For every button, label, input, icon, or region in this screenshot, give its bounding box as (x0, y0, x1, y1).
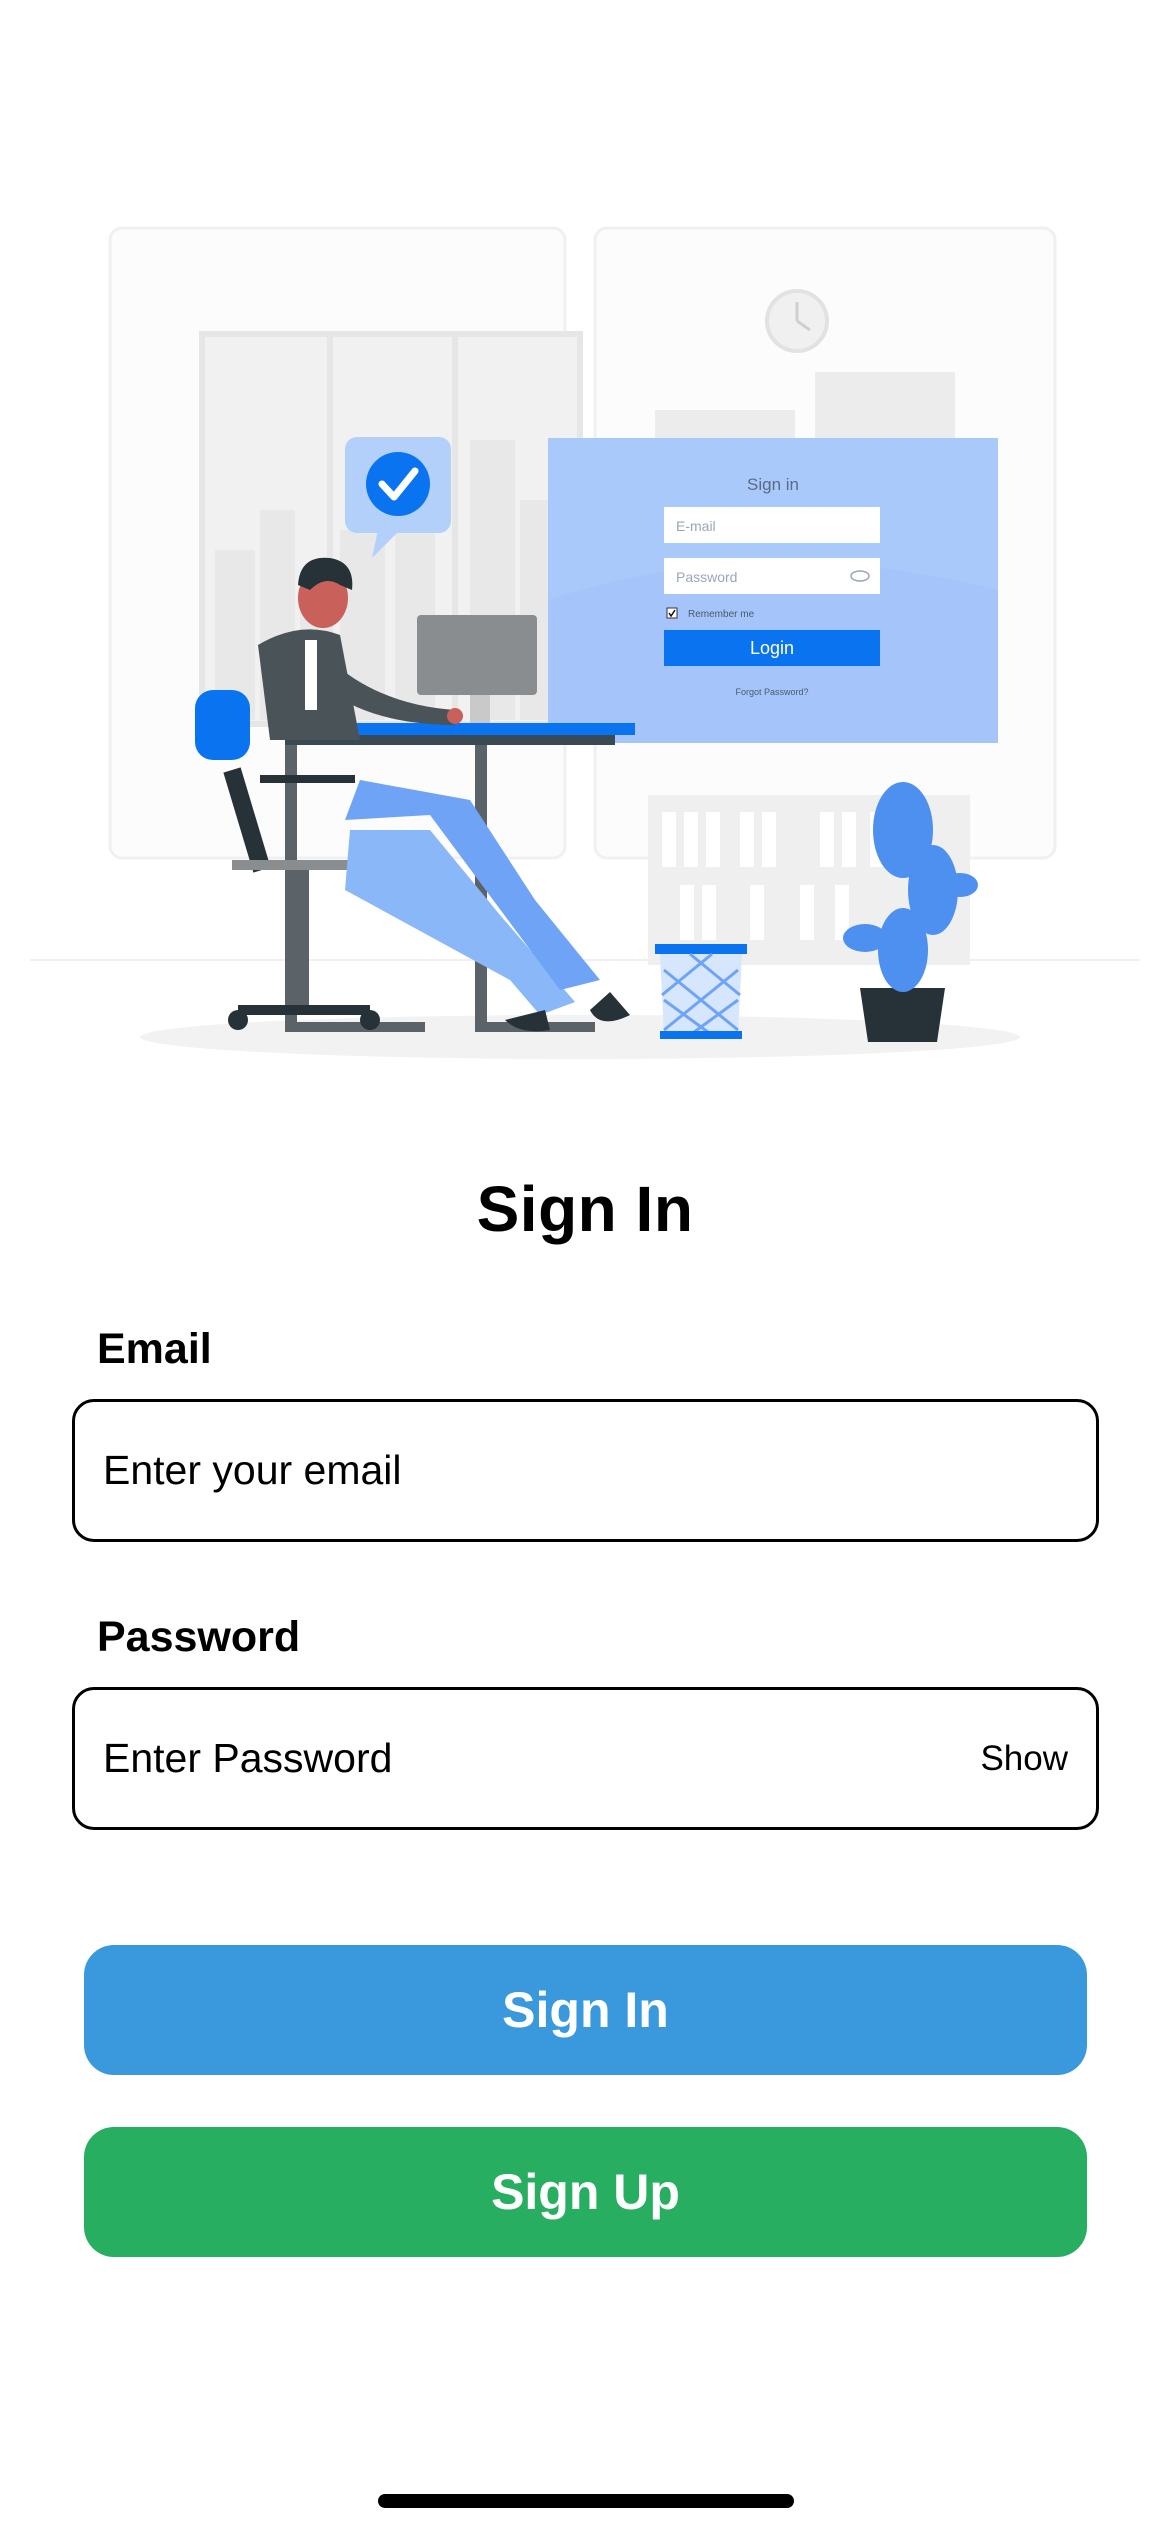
mock-forgot: Forgot Password? (735, 687, 808, 697)
mock-title: Sign in (747, 475, 799, 494)
mock-login-label: Login (750, 638, 794, 658)
mock-password-placeholder: Password (676, 569, 737, 585)
mock-remember: Remember me (688, 609, 755, 620)
show-password-toggle[interactable]: Show (964, 1739, 1068, 1779)
sign-in-illustration: Sign in E-mail Password Remember me Logi… (0, 180, 1170, 1100)
sign-up-button[interactable]: Sign Up (84, 2127, 1087, 2257)
password-input[interactable] (103, 1735, 965, 1782)
sign-in-button[interactable]: Sign In (84, 1945, 1087, 2075)
email-field-container[interactable] (72, 1399, 1099, 1542)
password-field-container[interactable]: Show (72, 1687, 1099, 1830)
mock-email-placeholder: E-mail (676, 518, 716, 534)
sign-in-screen: Sign in E-mail Password Remember me Logi… (0, 0, 1170, 2532)
home-indicator[interactable] (378, 2494, 794, 2508)
password-label: Password (97, 1613, 301, 1661)
page-title: Sign In (476, 1173, 694, 1245)
email-label: Email (97, 1325, 212, 1373)
email-input[interactable] (103, 1447, 1068, 1494)
